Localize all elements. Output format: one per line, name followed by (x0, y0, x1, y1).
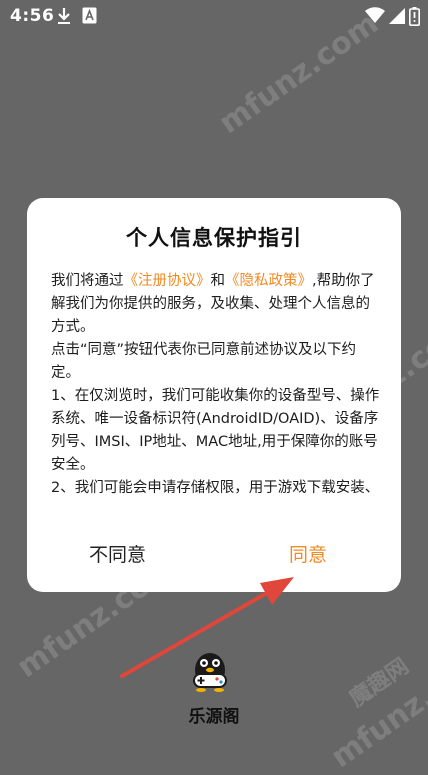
app-name: 乐源阁 (188, 707, 240, 727)
arrow-annotation (120, 577, 294, 678)
app-logo-icon (190, 650, 230, 692)
